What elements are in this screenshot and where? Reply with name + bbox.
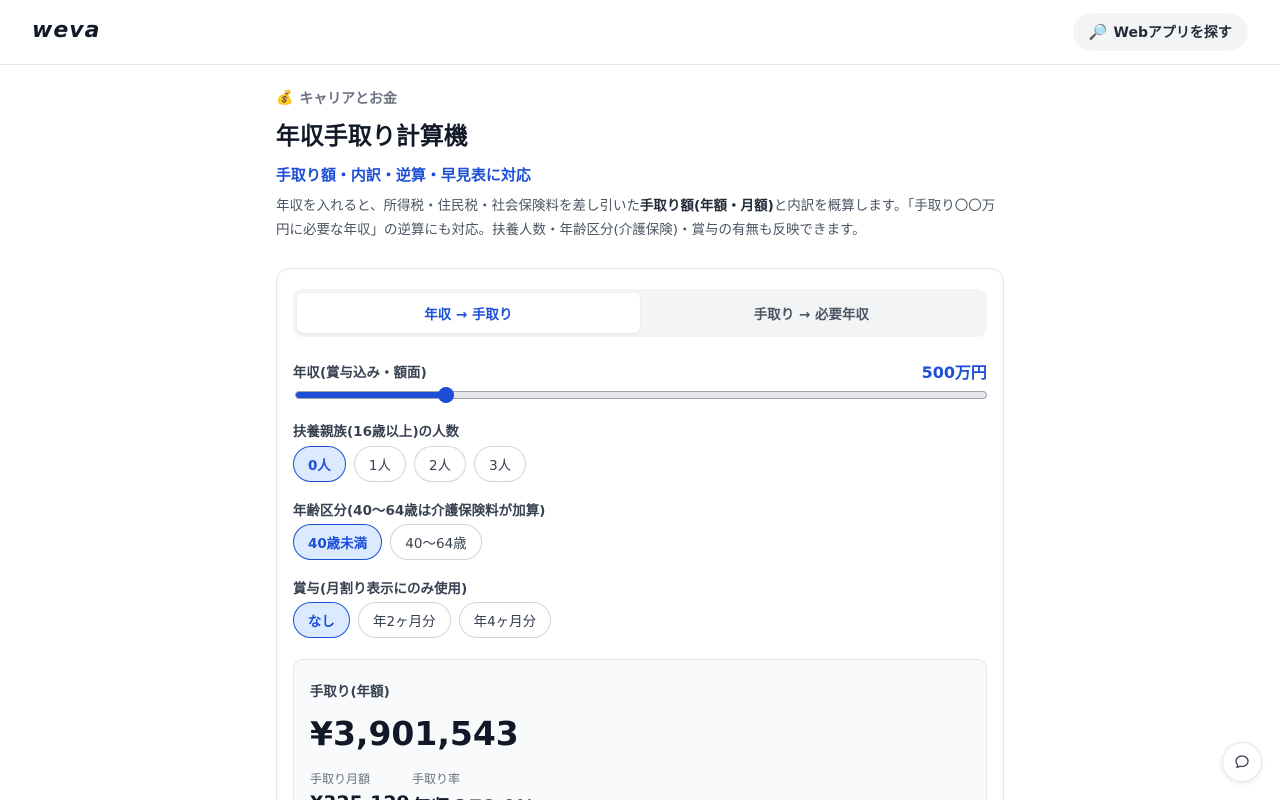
tab-takehome-to-income[interactable]: 手取り → 必要年収 xyxy=(640,293,983,333)
bonus-options: なし 年2ヶ月分 年4ヶ月分 xyxy=(293,602,552,638)
calculator-card: 年収 → 手取り 手取り → 必要年収 年収(賞与込み・額面) 500万円 扶養… xyxy=(276,268,1004,800)
page-description: 年収を入れると、所得税・住民税・社会保険料を差し引いた手取り額(年額・月額)と内… xyxy=(276,194,1004,242)
bonus-option-2-months[interactable]: 年2ヶ月分 xyxy=(358,602,451,638)
takehome-annual-amount: ¥3,901,543 xyxy=(310,714,519,753)
income-slider[interactable] xyxy=(295,387,987,403)
result-panel: 手取り(年額) ¥3,901,543 手取り月額 手取り率 ¥325,129 年… xyxy=(293,659,987,800)
chat-button[interactable] xyxy=(1222,742,1262,782)
takehome-rate-value: 年収の78.0% xyxy=(412,792,535,800)
dependents-label: 扶養親族(16歳以上)の人数 xyxy=(293,424,460,440)
category-breadcrumb[interactable]: 💰 キャリアとお金 xyxy=(276,86,1004,110)
bonus-option-4-months[interactable]: 年4ヶ月分 xyxy=(458,602,552,638)
income-slider-value: 500万円 xyxy=(921,363,987,382)
dependents-option-1[interactable]: 1人 xyxy=(353,446,406,482)
dependents-option-3[interactable]: 3人 xyxy=(474,446,527,482)
age-group-options: 40歳未満 40〜64歳 xyxy=(293,524,482,560)
site-logo[interactable]: weva xyxy=(32,18,100,43)
dependents-option-0[interactable]: 0人 xyxy=(293,446,346,482)
income-slider-header: 年収(賞与込み・額面) 500万円 xyxy=(293,359,987,383)
description-part-1: 年収を入れると、所得税・住民税・社会保険料を差し引いた xyxy=(276,198,640,214)
monthly-takehome-label: 手取り月額 xyxy=(310,772,371,786)
income-slider-fill xyxy=(296,392,447,398)
find-web-apps-button[interactable]: 🔎 Webアプリを探す xyxy=(1072,13,1248,51)
income-slider-thumb[interactable] xyxy=(438,387,455,403)
bonus-label: 賞与(月割り表示にのみ使用) xyxy=(293,581,468,597)
find-web-apps-label: Webアプリを探す xyxy=(1113,25,1232,41)
money-bag-icon: 💰 xyxy=(276,90,294,106)
page-subtitle: 手取り額・内訳・逆算・早見表に対応 xyxy=(276,166,532,184)
takehome-rate-label: 手取り率 xyxy=(412,772,461,786)
chat-bubble-icon xyxy=(1235,755,1249,769)
result-label: 手取り(年額) xyxy=(310,684,390,700)
monthly-takehome-value: ¥325,129 xyxy=(310,792,410,800)
site-header: weva 🔎 Webアプリを探す xyxy=(0,0,1280,65)
category-label: キャリアとお金 xyxy=(299,91,398,107)
tab-income-to-takehome[interactable]: 年収 → 手取り xyxy=(297,293,640,333)
age-option-40-64[interactable]: 40〜64歳 xyxy=(390,524,482,560)
bonus-option-none[interactable]: なし xyxy=(293,602,350,638)
mode-tabs: 年収 → 手取り 手取り → 必要年収 xyxy=(293,289,987,337)
income-slider-label: 年収(賞与込み・額面) xyxy=(293,365,427,381)
dependents-options: 0人 1人 2人 3人 xyxy=(293,446,527,482)
page-intro: 💰 キャリアとお金 年収手取り計算機 手取り額・内訳・逆算・早見表に対応 年収を… xyxy=(276,86,1004,242)
magnifier-icon: 🔎 xyxy=(1088,23,1108,41)
age-group-label: 年齢区分(40〜64歳は介護保険料が加算) xyxy=(293,503,546,519)
description-bold: 手取り額(年額・月額) xyxy=(639,198,774,214)
dependents-option-2[interactable]: 2人 xyxy=(414,446,467,482)
page-title: 年収手取り計算機 xyxy=(276,122,468,150)
age-option-under-40[interactable]: 40歳未満 xyxy=(293,524,383,560)
